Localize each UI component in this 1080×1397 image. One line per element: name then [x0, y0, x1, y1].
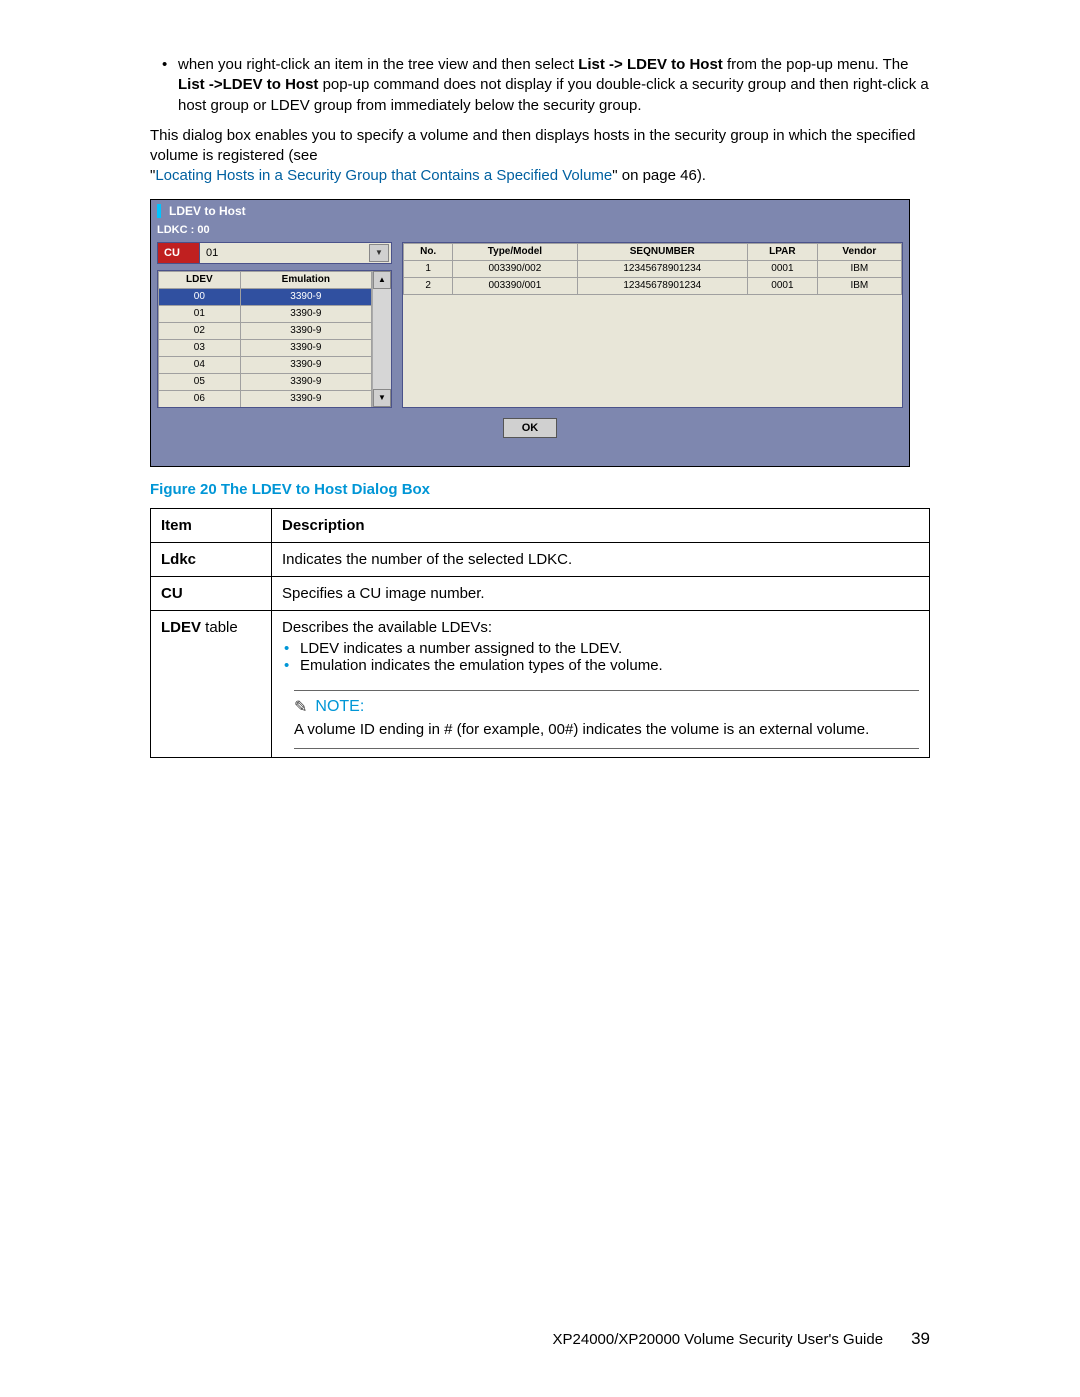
ldkc-label: LDKC : 00: [151, 222, 909, 242]
ldev-row[interactable]: 003390-9: [159, 288, 372, 305]
col-header: SEQNUMBER: [577, 243, 748, 260]
accent-bar-icon: [157, 204, 161, 218]
ldev-row[interactable]: 013390-9: [159, 305, 372, 322]
col-header: No.: [404, 243, 453, 260]
ldev-row[interactable]: 043390-9: [159, 356, 372, 373]
item-cell: Ldkc: [151, 542, 272, 576]
cu-label: CU: [157, 242, 199, 264]
note-icon: ✎: [294, 697, 307, 717]
note-body: A volume ID ending in # (for example, 00…: [294, 721, 919, 738]
ldev-row[interactable]: 063390-9: [159, 390, 372, 407]
cu-value: 01: [206, 247, 218, 259]
intro-bullet-list: when you right-click an item in the tree…: [150, 55, 930, 116]
desc-cell: Indicates the number of the selected LDK…: [272, 542, 930, 576]
ldev-table: LDEV Emulation 003390-9 013390-9 023390-…: [157, 270, 392, 408]
description-table: Item Description Ldkc Indicates the numb…: [150, 508, 930, 758]
text: Describes the available LDEVs:: [282, 619, 492, 636]
cu-selector-row: CU 01 ▼: [157, 242, 392, 264]
table-row: CU Specifies a CU image number.: [151, 576, 930, 610]
page-number: 39: [911, 1329, 930, 1349]
host-table: No. Type/Model SEQNUMBER LPAR Vendor 100…: [402, 242, 903, 408]
text: This dialog box enables you to specify a…: [150, 127, 915, 164]
ldev-header-row: LDEV Emulation: [159, 271, 372, 288]
cu-dropdown[interactable]: 01 ▼: [199, 242, 392, 264]
item-cell: CU: [151, 576, 272, 610]
col-header: LPAR: [748, 243, 818, 260]
col-header: LDEV: [159, 271, 241, 288]
bold-text: List ->LDEV to Host: [178, 76, 318, 93]
bold-text: List -> LDEV to Host: [578, 56, 723, 73]
scroll-down-icon[interactable]: ▼: [373, 389, 391, 407]
list-item: Emulation indicates the emulation types …: [300, 657, 919, 674]
col-header: Emulation: [240, 271, 371, 288]
host-header-row: No. Type/Model SEQNUMBER LPAR Vendor: [404, 243, 902, 260]
item-cell: LDEV table: [151, 610, 272, 757]
col-header: Item: [151, 508, 272, 542]
list-item: LDEV indicates a number assigned to the …: [300, 640, 919, 657]
cross-reference-link[interactable]: Locating Hosts in a Security Group that …: [155, 167, 612, 184]
desc-cell: Describes the available LDEVs: LDEV indi…: [272, 610, 930, 757]
host-row[interactable]: 1003390/002123456789012340001IBM: [404, 260, 902, 277]
dialog-title: LDEV to Host: [169, 204, 246, 218]
chevron-down-icon[interactable]: ▼: [369, 244, 389, 262]
ok-button[interactable]: OK: [503, 418, 558, 438]
note-block: ✎ NOTE: A volume ID ending in # (for exa…: [294, 690, 919, 749]
intro-paragraph: This dialog box enables you to specify a…: [150, 126, 930, 187]
figure-caption: Figure 20 The LDEV to Host Dialog Box: [150, 481, 930, 498]
desc-cell: Specifies a CU image number.: [272, 576, 930, 610]
ldev-row[interactable]: 053390-9: [159, 373, 372, 390]
scrollbar[interactable]: ▲ ▼: [372, 271, 391, 407]
host-row[interactable]: 2003390/001123456789012340001IBM: [404, 277, 902, 294]
table-row: LDEV table Describes the available LDEVs…: [151, 610, 930, 757]
text: from the pop-up menu. The: [723, 56, 909, 73]
intro-bullet: when you right-click an item in the tree…: [178, 55, 930, 116]
col-header: Vendor: [817, 243, 901, 260]
dialog-titlebar: LDEV to Host: [151, 200, 909, 222]
ldev-row[interactable]: 033390-9: [159, 339, 372, 356]
note-label: NOTE:: [315, 698, 364, 716]
scroll-up-icon[interactable]: ▲: [373, 271, 391, 289]
col-header: Type/Model: [453, 243, 577, 260]
ldev-row[interactable]: 023390-9: [159, 322, 372, 339]
footer-title: XP24000/XP20000 Volume Security User's G…: [553, 1331, 884, 1348]
text: when you right-click an item in the tree…: [178, 56, 578, 73]
page-footer: XP24000/XP20000 Volume Security User's G…: [553, 1329, 930, 1349]
col-header: Description: [272, 508, 930, 542]
text: " on page 46).: [612, 167, 706, 184]
table-row: Ldkc Indicates the number of the selecte…: [151, 542, 930, 576]
ldev-to-host-dialog: LDEV to Host LDKC : 00 CU 01 ▼ LDEV: [150, 199, 910, 467]
